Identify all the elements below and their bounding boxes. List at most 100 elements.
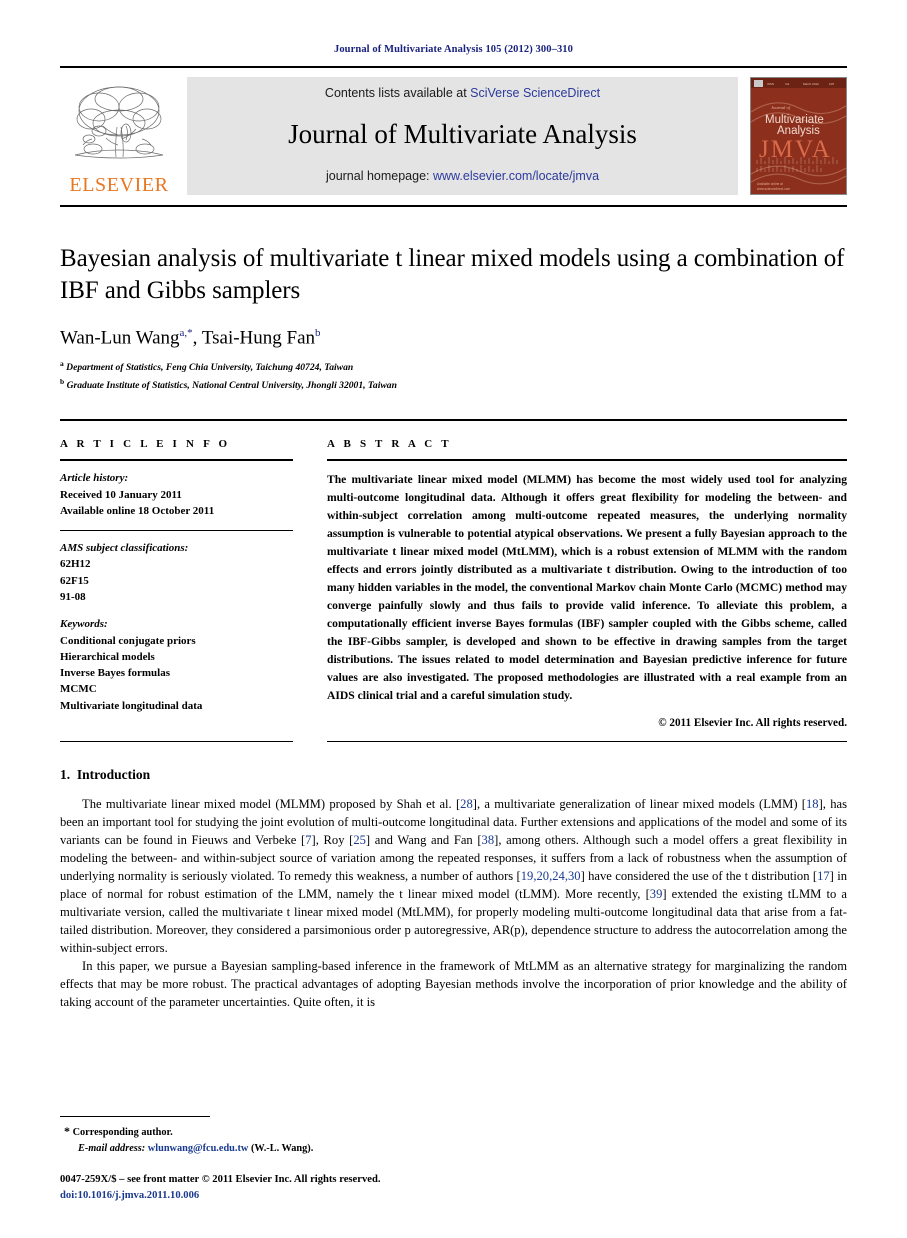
email-line: E-mail address: wlunwang@fcu.edu.tw (W.-… bbox=[64, 1141, 847, 1156]
abstract-column: A B S T R A C T The multivariate linear … bbox=[327, 438, 847, 729]
abstract-heading: A B S T R A C T bbox=[327, 438, 452, 451]
paper-page: Journal of Multivariate Analysis 105 (20… bbox=[0, 0, 907, 1238]
abstract-copyright: © 2011 Elsevier Inc. All rights reserved… bbox=[658, 717, 847, 730]
doi-link[interactable]: doi:10.1016/j.jmva.2011.10.006 bbox=[60, 1188, 847, 1204]
homepage-prefix: journal homepage: bbox=[325, 169, 433, 183]
ams-label: AMS subject classifications: bbox=[60, 542, 189, 555]
corresponding-author-text: Corresponding author. bbox=[72, 1127, 173, 1139]
author-affil-mark[interactable]: b bbox=[315, 327, 321, 339]
keyword-item: Multivariate longitudinal data bbox=[60, 699, 203, 712]
svg-text:Available online at: Available online at bbox=[757, 182, 783, 186]
article-history-received: Received 10 January 2011 bbox=[60, 488, 182, 501]
corresponding-author-note: * Corresponding author. E-mail address: … bbox=[60, 1122, 847, 1156]
article-history-label: Article history: bbox=[60, 472, 129, 485]
masthead: ELSEVIER Contents lists available at Sci… bbox=[60, 77, 847, 195]
abstract-rule bbox=[327, 459, 847, 462]
keyword-item: Inverse Bayes formulas bbox=[60, 667, 170, 680]
text-run: ], Roy [ bbox=[311, 833, 354, 848]
keyword-item: Conditional conjugate priors bbox=[60, 634, 196, 647]
abstract-bottom-rule bbox=[327, 741, 847, 743]
header-rule bbox=[60, 66, 847, 68]
affiliation-item: a Department of Statistics, Feng Chia Un… bbox=[60, 358, 847, 376]
journal-homepage-line: journal homepage: www.elsevier.com/locat… bbox=[326, 169, 599, 183]
paragraph-1: The multivariate linear mixed model (MLM… bbox=[60, 795, 847, 957]
affiliation-item: b Graduate Institute of Statistics, Nati… bbox=[60, 376, 847, 394]
citation-link[interactable]: 38 bbox=[482, 833, 495, 847]
section-title: Introduction bbox=[76, 767, 151, 783]
contents-box: Contents lists available at SciVerse Sci… bbox=[187, 77, 738, 195]
article-info-body: Article history: Received 10 January 201… bbox=[60, 470, 293, 713]
text-run: ], a multivariate generalization of line… bbox=[472, 797, 806, 812]
journal-homepage-link[interactable]: www.elsevier.com/locate/jmva bbox=[433, 169, 599, 183]
article-history-online: Available online 18 October 2011 bbox=[60, 504, 215, 517]
ams-code: 62F15 bbox=[60, 574, 89, 587]
page-footer: * Corresponding author. E-mail address: … bbox=[60, 1116, 847, 1204]
info-abstract-bottom-rules bbox=[60, 741, 847, 743]
keywords-label: Keywords: bbox=[60, 618, 108, 631]
svg-text:JMVA: JMVA bbox=[759, 136, 832, 163]
citation-link[interactable]: 19,20,24,30 bbox=[521, 869, 581, 883]
paragraph-2: In this paper, we pursue a Bayesian samp… bbox=[60, 959, 847, 1010]
author-affil-mark[interactable]: a,* bbox=[180, 327, 193, 339]
sciencedirect-link[interactable]: SciVerse ScienceDirect bbox=[470, 86, 600, 100]
svg-text:ISSN: ISSN bbox=[767, 82, 774, 86]
contents-available-line: Contents lists available at SciVerse Sci… bbox=[325, 86, 600, 100]
affiliation-list: a Department of Statistics, Feng Chia Un… bbox=[60, 358, 847, 394]
page-title: Bayesian analysis of multivariate t line… bbox=[60, 245, 845, 304]
article-info-divider bbox=[60, 530, 293, 532]
bottom-rule-gap bbox=[293, 741, 327, 742]
citation-link[interactable]: 25 bbox=[353, 833, 366, 847]
info-bottom-rule bbox=[60, 741, 293, 743]
article-info-column: A R T I C L E I N F O Article history: R… bbox=[60, 438, 293, 729]
info-section-top-rule bbox=[60, 419, 847, 422]
affiliation-text: Department of Statistics, Feng Chia Univ… bbox=[66, 362, 354, 374]
elsevier-tree-icon bbox=[74, 86, 164, 159]
svg-text:Vol.: Vol. bbox=[785, 82, 790, 86]
affiliation-mark: b bbox=[60, 377, 65, 387]
keyword-item: Hierarchical models bbox=[60, 650, 155, 663]
author-name: Tsai-Hung Fan bbox=[201, 327, 316, 349]
text-run: ] and Wang and Fan [ bbox=[365, 833, 482, 848]
email-suffix: (W.-L. Wang). bbox=[250, 1142, 314, 1154]
asterisk-mark: * bbox=[64, 1124, 70, 1139]
svg-text:105: 105 bbox=[829, 82, 834, 86]
keyword-item: MCMC bbox=[60, 683, 97, 696]
text-run: The multivariate linear mixed model (MLM… bbox=[82, 797, 461, 812]
elsevier-logo: ELSEVIER bbox=[60, 77, 178, 195]
email-link[interactable]: wlunwang@fcu.edu.tw bbox=[148, 1143, 249, 1154]
running-head: Journal of Multivariate Analysis 105 (20… bbox=[333, 44, 573, 55]
ams-classifications-group: AMS subject classifications: 62H12 62F15… bbox=[60, 540, 293, 605]
citation-link[interactable]: 28 bbox=[460, 797, 473, 811]
svg-text:www.sciencedirect.com: www.sciencedirect.com bbox=[757, 187, 790, 191]
elsevier-wordmark: ELSEVIER bbox=[69, 174, 169, 196]
contents-prefix: Contents lists available at bbox=[324, 86, 471, 100]
info-abstract-row: A R T I C L E I N F O Article history: R… bbox=[60, 438, 847, 729]
svg-text:Journal of: Journal of bbox=[771, 105, 791, 110]
svg-text:March 2012: March 2012 bbox=[803, 82, 819, 86]
masthead-bottom-rule bbox=[60, 205, 847, 207]
issn-copyright-block: 0047-259X/$ – see front matter © 2011 El… bbox=[60, 1172, 847, 1204]
article-history-group: Article history: Received 10 January 201… bbox=[60, 470, 293, 519]
affiliation-mark: a bbox=[60, 359, 64, 369]
citation-link[interactable]: 17 bbox=[817, 869, 830, 883]
citation-link[interactable]: 39 bbox=[650, 887, 663, 901]
section-heading-introduction: 1. Introduction bbox=[60, 767, 847, 783]
footnote-rule bbox=[60, 1116, 210, 1118]
keywords-group: Keywords: Conditional conjugate priors H… bbox=[60, 616, 293, 714]
author-list: Wan-Lun Wanga,*, Tsai-Hung Fanb bbox=[60, 327, 321, 349]
journal-cover-art-icon: ISSN Vol. March 2012 105 Journal of Multiva… bbox=[751, 78, 846, 194]
abstract-text: The multivariate linear mixed model (MLM… bbox=[327, 473, 847, 703]
citation-link[interactable]: 18 bbox=[806, 797, 819, 811]
article-info-heading: A R T I C L E I N F O bbox=[60, 438, 231, 451]
author-name: Wan-Lun Wang bbox=[60, 327, 180, 349]
email-label: E-mail address: bbox=[78, 1142, 146, 1154]
article-info-rule bbox=[60, 459, 293, 462]
column-gap bbox=[293, 438, 327, 729]
affiliation-text: Graduate Institute of Statistics, Nation… bbox=[66, 380, 397, 392]
ams-code: 62H12 bbox=[60, 558, 91, 571]
journal-title: Journal of Multivariate Analysis bbox=[288, 119, 637, 149]
text-run: ] have considered the use of the t distr… bbox=[580, 869, 818, 884]
journal-cover-thumbnail: ISSN Vol. March 2012 105 Journal of Multiva… bbox=[750, 77, 847, 195]
section-number: 1. bbox=[60, 767, 71, 783]
